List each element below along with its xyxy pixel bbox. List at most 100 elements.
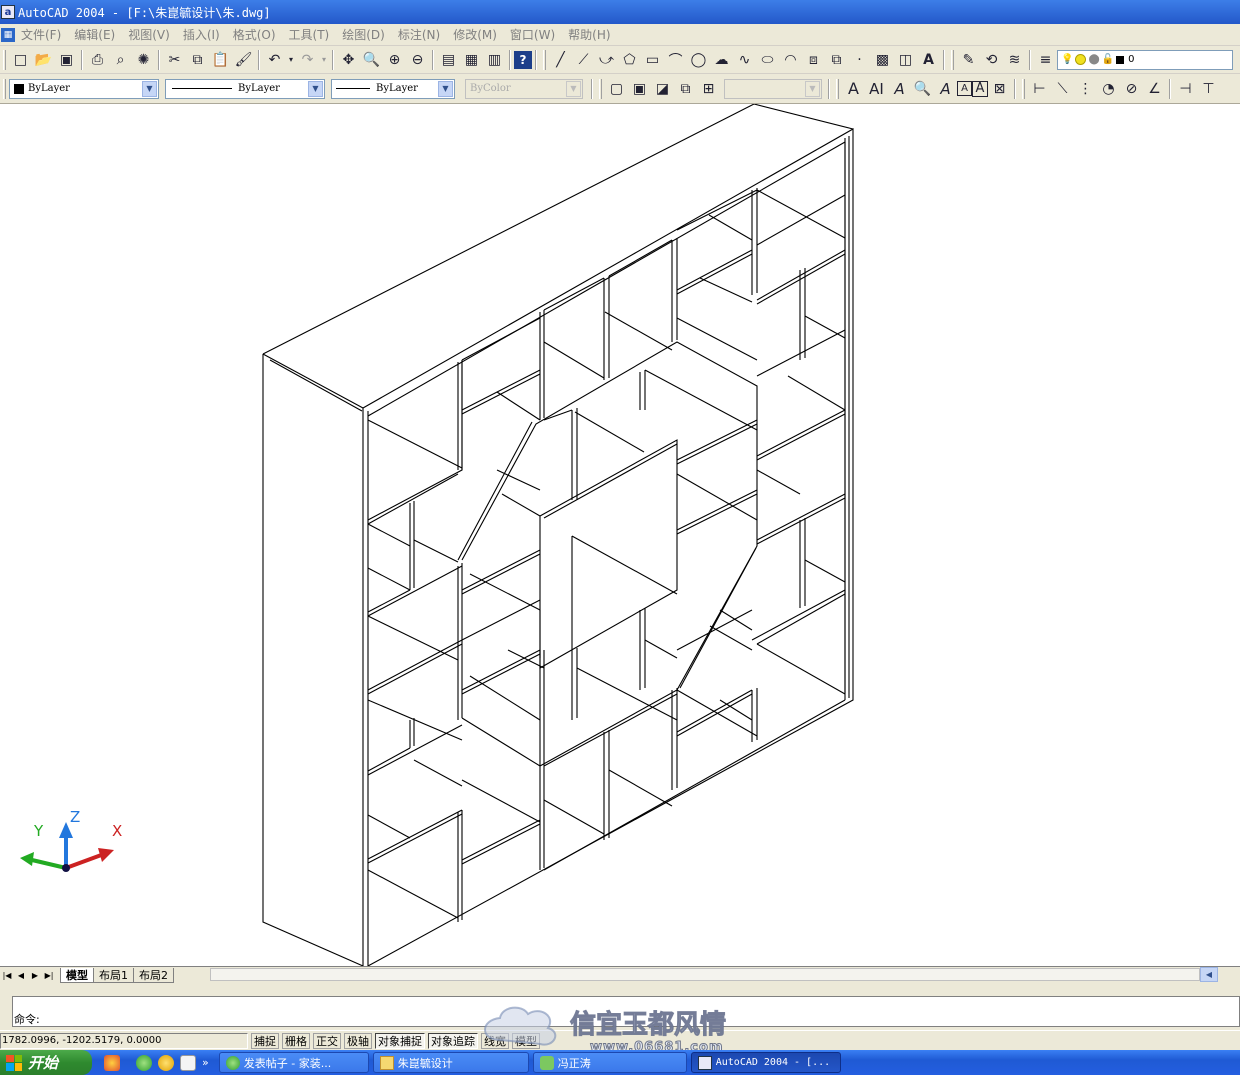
menu-window[interactable]: 窗口(W) bbox=[510, 26, 555, 43]
ortho-toggle[interactable]: 正交 bbox=[313, 1032, 341, 1049]
snap-toggle[interactable]: 捕捉 bbox=[251, 1032, 279, 1049]
undo-dropdown-icon[interactable]: ▾ bbox=[286, 49, 296, 71]
copy-icon[interactable]: ⧉ bbox=[186, 49, 209, 71]
tool-palettes-icon[interactable]: ▥ bbox=[483, 49, 506, 71]
ordinate-dim-icon[interactable]: ⋮ bbox=[1074, 78, 1097, 100]
diameter-dim-icon[interactable]: ⊘ bbox=[1120, 78, 1143, 100]
menu-format[interactable]: 格式(O) bbox=[233, 26, 276, 43]
undo-icon[interactable]: ↶ bbox=[263, 49, 286, 71]
task-folder[interactable]: 朱崑毓设计 bbox=[372, 1052, 529, 1073]
new-icon[interactable]: □ bbox=[9, 49, 32, 71]
arc-icon[interactable]: ⌒ bbox=[664, 49, 687, 71]
convert-viewport-icon[interactable]: ⧉ bbox=[674, 78, 697, 100]
help-icon[interactable]: ? bbox=[514, 50, 532, 69]
task-chat[interactable]: 冯正涛 bbox=[532, 1052, 687, 1073]
menu-edit[interactable]: 编辑(E) bbox=[74, 26, 115, 43]
linetype-dropdown[interactable]: ByLayer ▼ bbox=[165, 78, 325, 99]
xline-icon[interactable]: ⟋ bbox=[572, 49, 595, 71]
radius-dim-icon[interactable]: ◔ bbox=[1097, 78, 1120, 100]
lineweight-dropdown[interactable]: ByLayer ▼ bbox=[331, 78, 455, 99]
mtext-icon[interactable]: A bbox=[917, 49, 940, 71]
menu-help[interactable]: 帮助(H) bbox=[568, 26, 610, 43]
quick-dim-icon[interactable]: ⊣ bbox=[1174, 78, 1197, 100]
zoom-previous-icon[interactable]: ⊖ bbox=[406, 49, 429, 71]
osnap-toggle[interactable]: 对象捕捉 bbox=[375, 1032, 425, 1049]
layer-properties-icon[interactable]: ≡ bbox=[1034, 49, 1057, 71]
next-tab-icon[interactable]: ▶ bbox=[28, 968, 42, 982]
text-toolbar-grip[interactable] bbox=[836, 78, 839, 99]
menu-tools[interactable]: 工具(T) bbox=[289, 26, 330, 43]
quicklaunch-browser-icon[interactable] bbox=[158, 1054, 174, 1071]
menu-insert[interactable]: 插入(I) bbox=[183, 26, 220, 43]
last-tab-icon[interactable]: ▶| bbox=[42, 968, 56, 982]
properties-icon[interactable]: ▤ bbox=[437, 49, 460, 71]
line-icon[interactable]: ╱ bbox=[549, 49, 572, 71]
first-tab-icon[interactable]: |◀ bbox=[0, 968, 14, 982]
color-dropdown[interactable]: ByLayer ▼ bbox=[9, 78, 159, 99]
rectangle-icon[interactable]: ▭ bbox=[641, 49, 664, 71]
layer-toolbar-grip[interactable] bbox=[951, 49, 954, 70]
layer-previous-icon[interactable]: ⟲ bbox=[980, 49, 1003, 71]
polyline-icon[interactable]: ⤻ bbox=[595, 49, 618, 71]
text-style-icon[interactable]: A bbox=[934, 78, 957, 100]
insert-block-icon[interactable]: ⧈ bbox=[802, 49, 825, 71]
properties-toolbar-grip[interactable] bbox=[3, 78, 6, 99]
menu-view[interactable]: 视图(V) bbox=[128, 26, 170, 43]
quicklaunch-media-icon[interactable] bbox=[180, 1054, 196, 1071]
layer-manager-icon[interactable]: ≋ bbox=[1003, 49, 1026, 71]
new-viewport-icon[interactable]: ▣ bbox=[628, 78, 651, 100]
convert-distance-icon[interactable]: ⊠ bbox=[988, 78, 1011, 100]
scale-text-icon[interactable]: A bbox=[957, 81, 972, 96]
baseline-dim-icon[interactable]: ⊤ bbox=[1197, 78, 1220, 100]
menu-file[interactable]: 文件(F) bbox=[21, 26, 61, 43]
polygonal-viewport-icon[interactable]: ◪ bbox=[651, 78, 674, 100]
tab-layout1[interactable]: 布局1 bbox=[93, 967, 134, 983]
quicklaunch-overflow-icon[interactable]: » bbox=[202, 1056, 209, 1069]
toolbar-grip[interactable] bbox=[3, 49, 6, 70]
publish-icon[interactable]: ✺ bbox=[132, 49, 155, 71]
angular-dim-icon[interactable]: ∠ bbox=[1143, 78, 1166, 100]
lineweight-dropdown-arrow-icon[interactable]: ▼ bbox=[438, 80, 453, 97]
scroll-left-icon[interactable]: ◀ bbox=[1200, 967, 1218, 982]
ellipse-icon[interactable]: ⬭ bbox=[756, 49, 779, 71]
point-icon[interactable]: · bbox=[848, 49, 871, 71]
zoom-realtime-icon[interactable]: 🔍 bbox=[360, 49, 383, 71]
menu-dimension[interactable]: 标注(N) bbox=[398, 26, 440, 43]
justify-text-icon[interactable]: A bbox=[972, 80, 988, 97]
hatch-icon[interactable]: ▩ bbox=[871, 49, 894, 71]
draw-toolbar-grip[interactable] bbox=[543, 49, 546, 70]
drawing-area[interactable]: Z Y X bbox=[0, 104, 1240, 966]
start-button[interactable]: 开始 bbox=[0, 1050, 92, 1075]
make-object-layer-current-icon[interactable]: ✎ bbox=[957, 49, 980, 71]
grid-toggle[interactable]: 栅格 bbox=[282, 1032, 310, 1049]
paste-icon[interactable]: 📋 bbox=[209, 49, 232, 71]
dtext-tool-icon[interactable]: AI bbox=[865, 78, 888, 100]
horizontal-scrollbar[interactable] bbox=[210, 968, 1200, 981]
print-icon[interactable]: ⎙ bbox=[86, 49, 109, 71]
menu-modify[interactable]: 修改(M) bbox=[453, 26, 497, 43]
region-icon[interactable]: ◫ bbox=[894, 49, 917, 71]
polygon-icon[interactable]: ⬠ bbox=[618, 49, 641, 71]
task-autocad[interactable]: AutoCAD 2004 - [... bbox=[690, 1052, 841, 1073]
tab-model[interactable]: 模型 bbox=[60, 967, 94, 983]
layer-dropdown[interactable]: 💡 ⬤ 🔓 0 bbox=[1057, 49, 1233, 70]
revcloud-icon[interactable]: ☁ bbox=[710, 49, 733, 71]
spline-icon[interactable]: ∿ bbox=[733, 49, 756, 71]
prev-tab-icon[interactable]: ◀ bbox=[14, 968, 28, 982]
save-icon[interactable]: ▣ bbox=[55, 49, 78, 71]
redo-icon[interactable]: ↷ bbox=[296, 49, 319, 71]
edit-text-icon[interactable]: A bbox=[888, 78, 911, 100]
quicklaunch-app-icon[interactable] bbox=[104, 1054, 120, 1071]
coordinate-display[interactable]: 1782.0996, -1202.5179, 0.0000 bbox=[0, 1032, 248, 1049]
autocad-app-icon[interactable]: a bbox=[1, 5, 15, 19]
document-icon[interactable]: ▦ bbox=[1, 27, 15, 42]
print-preview-icon[interactable]: ⌕ bbox=[109, 49, 132, 71]
menu-draw[interactable]: 绘图(D) bbox=[342, 26, 385, 43]
polar-toggle[interactable]: 极轴 bbox=[344, 1032, 372, 1049]
open-icon[interactable]: 📂 bbox=[32, 49, 55, 71]
tab-layout2[interactable]: 布局2 bbox=[133, 967, 174, 983]
color-dropdown-arrow-icon[interactable]: ▼ bbox=[142, 80, 157, 97]
zoom-window-icon[interactable]: ⊕ bbox=[383, 49, 406, 71]
task-post-thread[interactable]: 发表帖子 - 家装... bbox=[218, 1052, 369, 1073]
dimension-toolbar-grip[interactable] bbox=[1022, 78, 1025, 99]
